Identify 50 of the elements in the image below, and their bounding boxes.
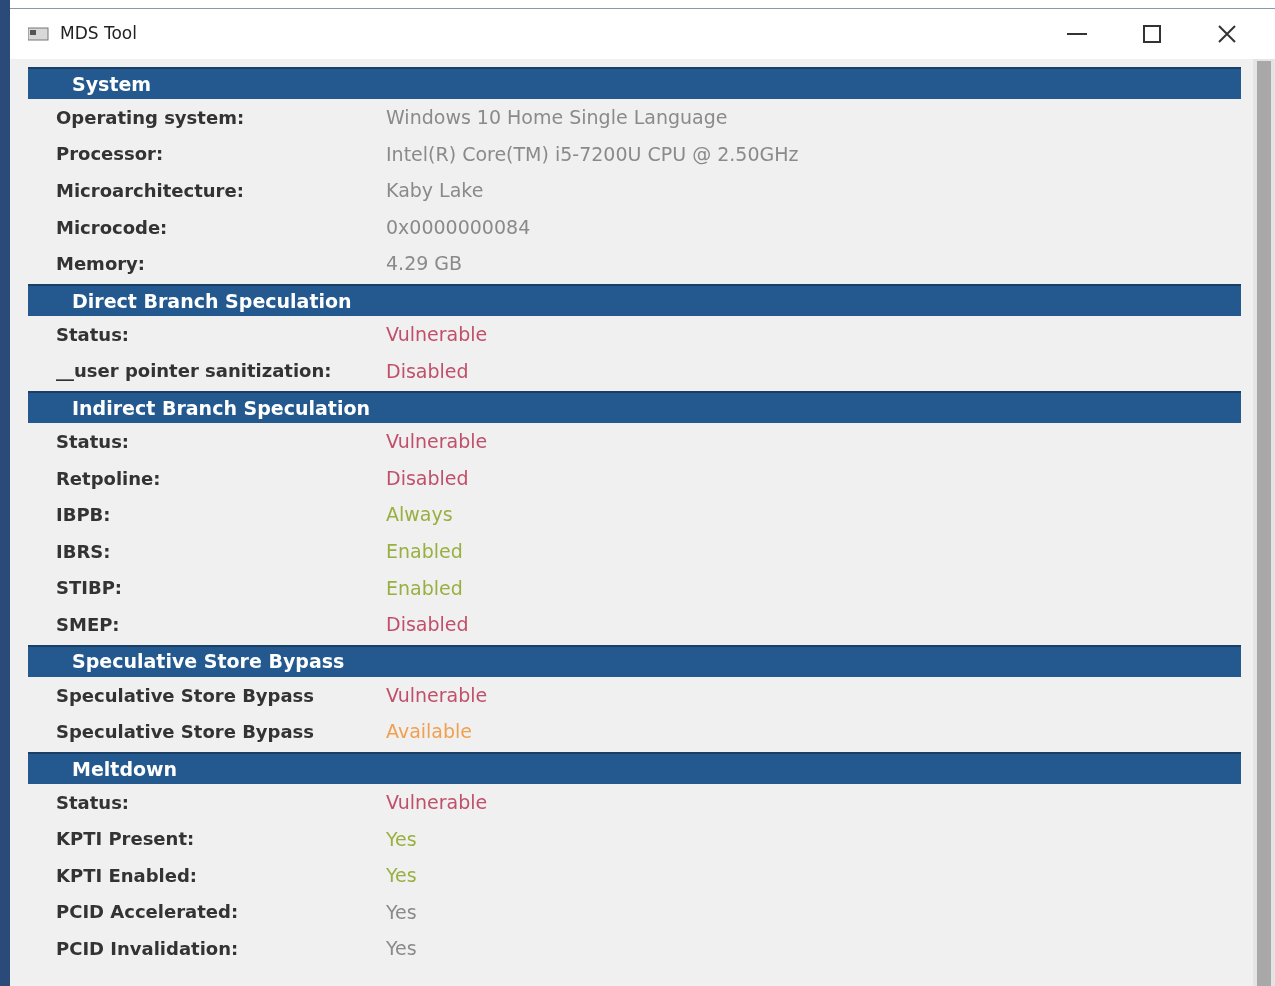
field-value: Disabled [386, 465, 469, 491]
field-label: KPTI Enabled: [55, 863, 198, 888]
field-label: PCID Accelerated: [55, 900, 240, 925]
field-label: Processor: [55, 142, 165, 167]
field-value: Disabled [386, 612, 469, 638]
field-label: Status: [55, 429, 131, 454]
field-value: Enabled [386, 575, 463, 601]
minimize-icon [1067, 32, 1087, 36]
section-header: Meltdown [28, 751, 1241, 784]
field-value: Yes [386, 936, 417, 962]
section-header: Indirect Branch Speculation [28, 391, 1241, 424]
section-header: Direct Branch Speculation [28, 283, 1241, 316]
field-value: Vulnerable [386, 429, 488, 455]
field-label: Speculative Store Bypass [55, 720, 316, 745]
field-value: Disabled [386, 358, 469, 384]
field-label: KPTI Present: [55, 827, 196, 852]
field-value: Yes [386, 899, 417, 925]
field-label: Microarchitecture: [55, 179, 245, 203]
field-label: SMEP: [55, 612, 121, 637]
field-value: Vulnerable [386, 789, 488, 815]
field-value: Windows 10 Home Single Language [386, 105, 728, 131]
section-header: Speculative Store Bypass [28, 644, 1241, 677]
window-title: MDS Tool [60, 22, 138, 46]
maximize-icon [1143, 25, 1161, 43]
field-label: Operating system: [55, 105, 246, 130]
app-icon [28, 27, 50, 41]
field-value: Vulnerable [386, 322, 488, 347]
field-value: Vulnerable [386, 682, 488, 708]
section-header: System [28, 67, 1241, 99]
field-label: IBPB: [55, 503, 112, 528]
field-value: Enabled [386, 539, 463, 564]
field-value: Yes [386, 863, 417, 889]
field-label: Microcode: [55, 215, 169, 240]
field-label: Status: [55, 790, 131, 815]
field-value: 4.29 GB [386, 251, 463, 277]
close-icon [1218, 25, 1236, 43]
field-label: STIBP: [55, 576, 124, 601]
field-value: Yes [386, 826, 417, 852]
field-value: 0x0000000084 [386, 214, 531, 240]
field-value: Always [386, 502, 453, 528]
field-label: PCID Invalidation: [55, 937, 240, 962]
field-label: Memory: [55, 252, 147, 277]
field-label: IBRS: [55, 539, 112, 564]
field-label: Retpoline: [55, 466, 162, 491]
field-value: Intel(R) Core(TM) i5-7200U CPU @ 2.50GHz [386, 141, 799, 167]
field-label: Speculative Store Bypass [55, 683, 316, 708]
field-value: Available [386, 719, 472, 745]
field-value: Kaby Lake [386, 178, 484, 204]
field-label: __user pointer sanitization: [55, 359, 333, 384]
field-label: Status: [55, 322, 131, 347]
